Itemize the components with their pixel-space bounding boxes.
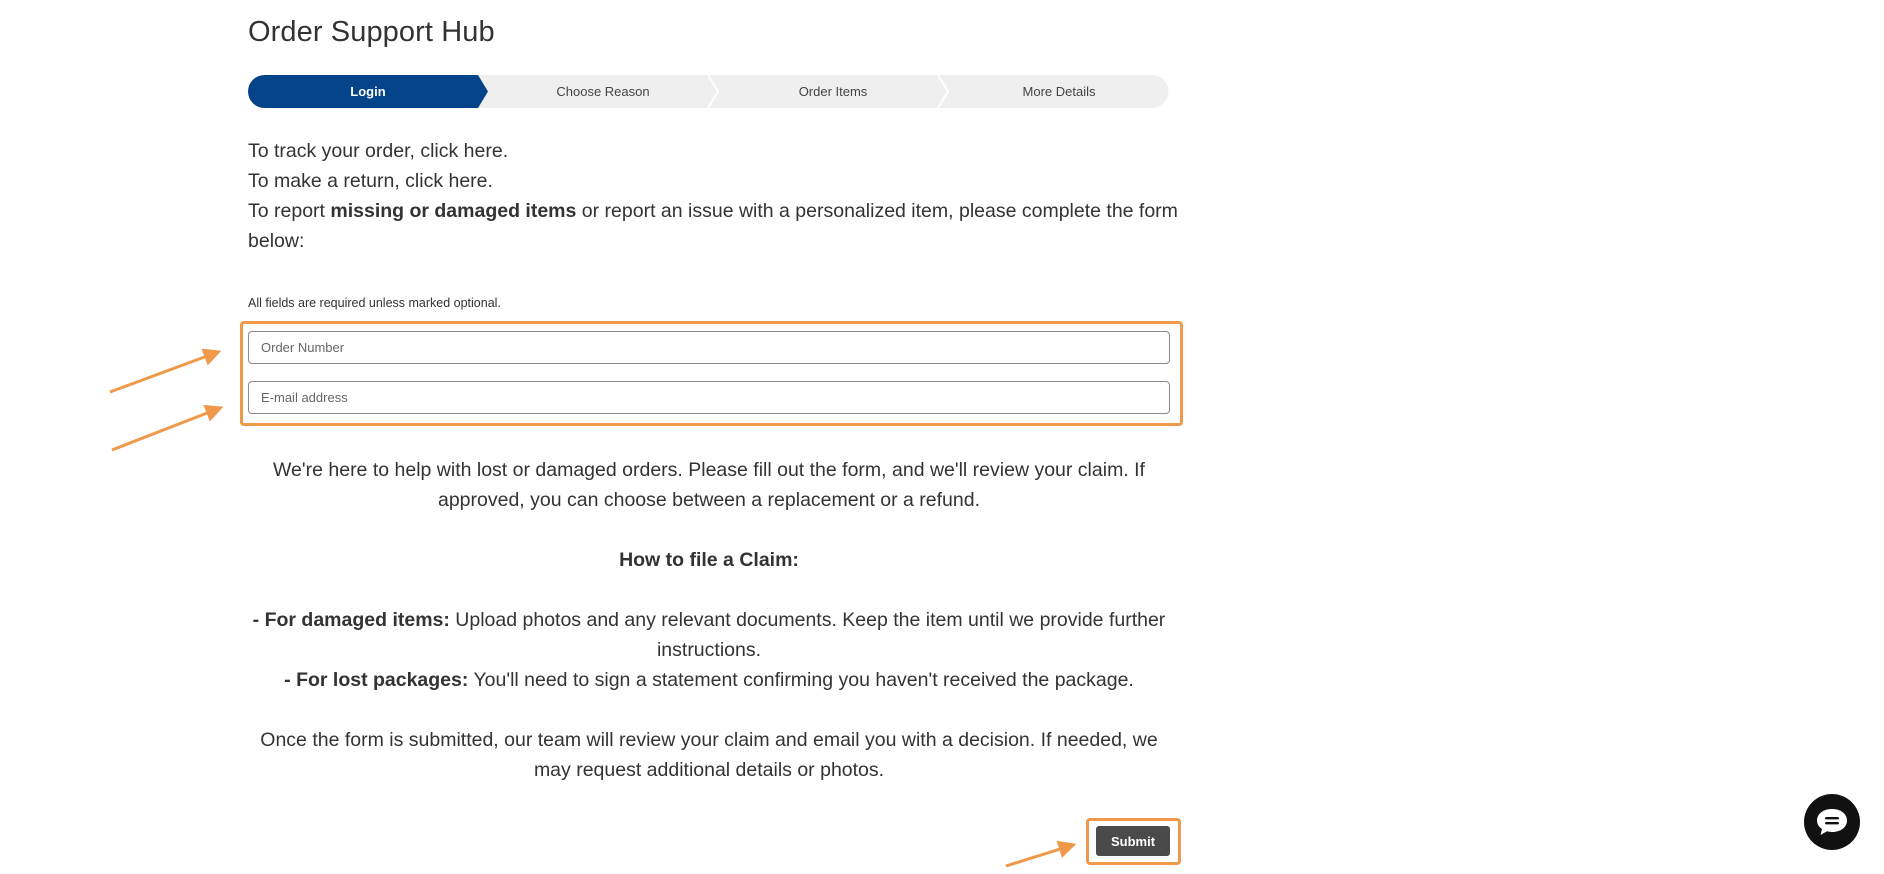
intro-text: To track your order, click here. To make… xyxy=(248,136,1178,256)
required-fields-note: All fields are required unless marked op… xyxy=(248,296,501,310)
step-more-details: More Details xyxy=(1022,84,1096,99)
claim-info: We're here to help with lost or damaged … xyxy=(248,455,1170,785)
return-line: To make a return, click here. xyxy=(248,170,493,192)
arrow-to-email xyxy=(111,404,224,452)
chat-bubble-icon xyxy=(1817,809,1847,835)
lost-packages-instructions: - For lost packages: You'll need to sign… xyxy=(284,669,1134,691)
submit-button[interactable]: Submit xyxy=(1096,826,1170,856)
arrow-to-submit xyxy=(1005,840,1077,868)
progress-stepper: Login Choose Reason Order Items More Det… xyxy=(248,75,1170,108)
damaged-items-instructions: - For damaged items: Upload photos and a… xyxy=(252,609,1166,661)
step-choose-reason: Choose Reason xyxy=(556,84,650,99)
email-input[interactable] xyxy=(248,381,1170,414)
report-line: To report missing or damaged items or re… xyxy=(248,200,1178,252)
claim-heading: How to file a Claim: xyxy=(619,549,799,571)
page-title: Order Support Hub xyxy=(248,16,495,48)
return-link[interactable]: here xyxy=(448,170,487,192)
order-number-input[interactable] xyxy=(248,331,1170,364)
track-order-line: To track your order, click here. xyxy=(248,140,509,162)
help-text: We're here to help with lost or damaged … xyxy=(273,459,1145,511)
step-login: Login xyxy=(350,84,386,99)
track-order-link[interactable]: here xyxy=(464,140,503,162)
step-order-items: Order Items xyxy=(798,84,868,99)
arrow-to-order-number xyxy=(109,348,222,394)
chat-button[interactable] xyxy=(1804,794,1860,850)
closing-text: Once the form is submitted, our team wil… xyxy=(260,729,1158,781)
